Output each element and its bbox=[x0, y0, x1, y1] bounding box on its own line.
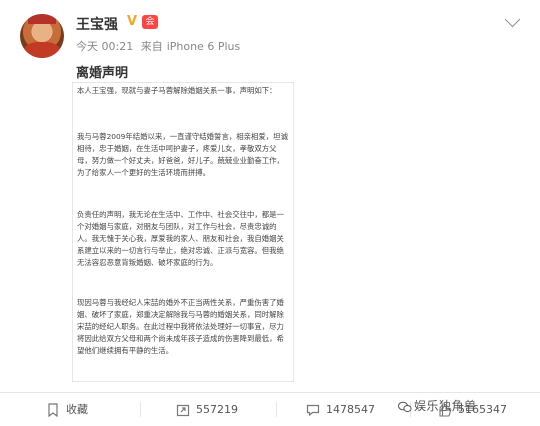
repost-count: 557219 bbox=[196, 403, 238, 416]
source-prefix: 来自 bbox=[140, 40, 163, 53]
username[interactable]: 王宝强 bbox=[76, 14, 118, 34]
bookmark-icon bbox=[48, 403, 58, 417]
avatar-hat bbox=[28, 14, 56, 24]
repost-button[interactable]: 557219 bbox=[176, 393, 238, 426]
post-timestamp: 今天 00:21 bbox=[76, 40, 134, 53]
watermark: 娱乐独角兽 bbox=[398, 397, 477, 414]
verified-v-icon: V bbox=[127, 14, 138, 29]
statement-paragraph: 本人王宝强，现就与妻子马蓉解除婚姻关系一事，声明如下： bbox=[77, 86, 277, 95]
wechat-icon bbox=[398, 401, 412, 412]
statement-paragraph: 负责任的声明，我无论在生活中、工作中、社会交往中，都是一个对婚姻与家庭，对朋友与… bbox=[77, 210, 284, 267]
footer-separator bbox=[276, 402, 277, 417]
comment-button[interactable]: 1478547 bbox=[306, 393, 375, 426]
post-title: 离婚声明 bbox=[76, 66, 129, 81]
user-avatar[interactable] bbox=[20, 14, 64, 58]
comment-icon bbox=[306, 404, 320, 417]
favorite-label: 收藏 bbox=[66, 403, 88, 416]
watermark-text: 娱乐独角兽 bbox=[414, 399, 477, 413]
member-badge: 会 bbox=[142, 15, 158, 29]
avatar-robe bbox=[24, 42, 60, 58]
footer-separator bbox=[140, 402, 141, 417]
statement-paragraph: 现因马蓉与我经纪人宋喆的婚外不正当两性关系，严重伤害了婚姻、破坏了家庭，郑重决定… bbox=[77, 298, 284, 355]
favorite-button[interactable]: 收藏 bbox=[46, 393, 88, 426]
repost-icon bbox=[176, 404, 190, 417]
chevron-down-icon[interactable] bbox=[504, 11, 521, 28]
statement-image[interactable]: 本人王宝强，现就与妻子马蓉解除婚姻关系一事，声明如下： 我与马蓉2009年结婚以… bbox=[72, 82, 294, 382]
post-meta: 今天 00:21 来自 iPhone 6 Plus bbox=[76, 38, 244, 54]
source-device[interactable]: iPhone 6 Plus bbox=[167, 40, 241, 53]
statement-paragraph: 我与马蓉2009年结婚以来，一直谨守结婚誓言，相亲相爱，坦诚相待，忠于婚姻，在生… bbox=[77, 132, 288, 177]
comment-count: 1478547 bbox=[326, 403, 375, 416]
